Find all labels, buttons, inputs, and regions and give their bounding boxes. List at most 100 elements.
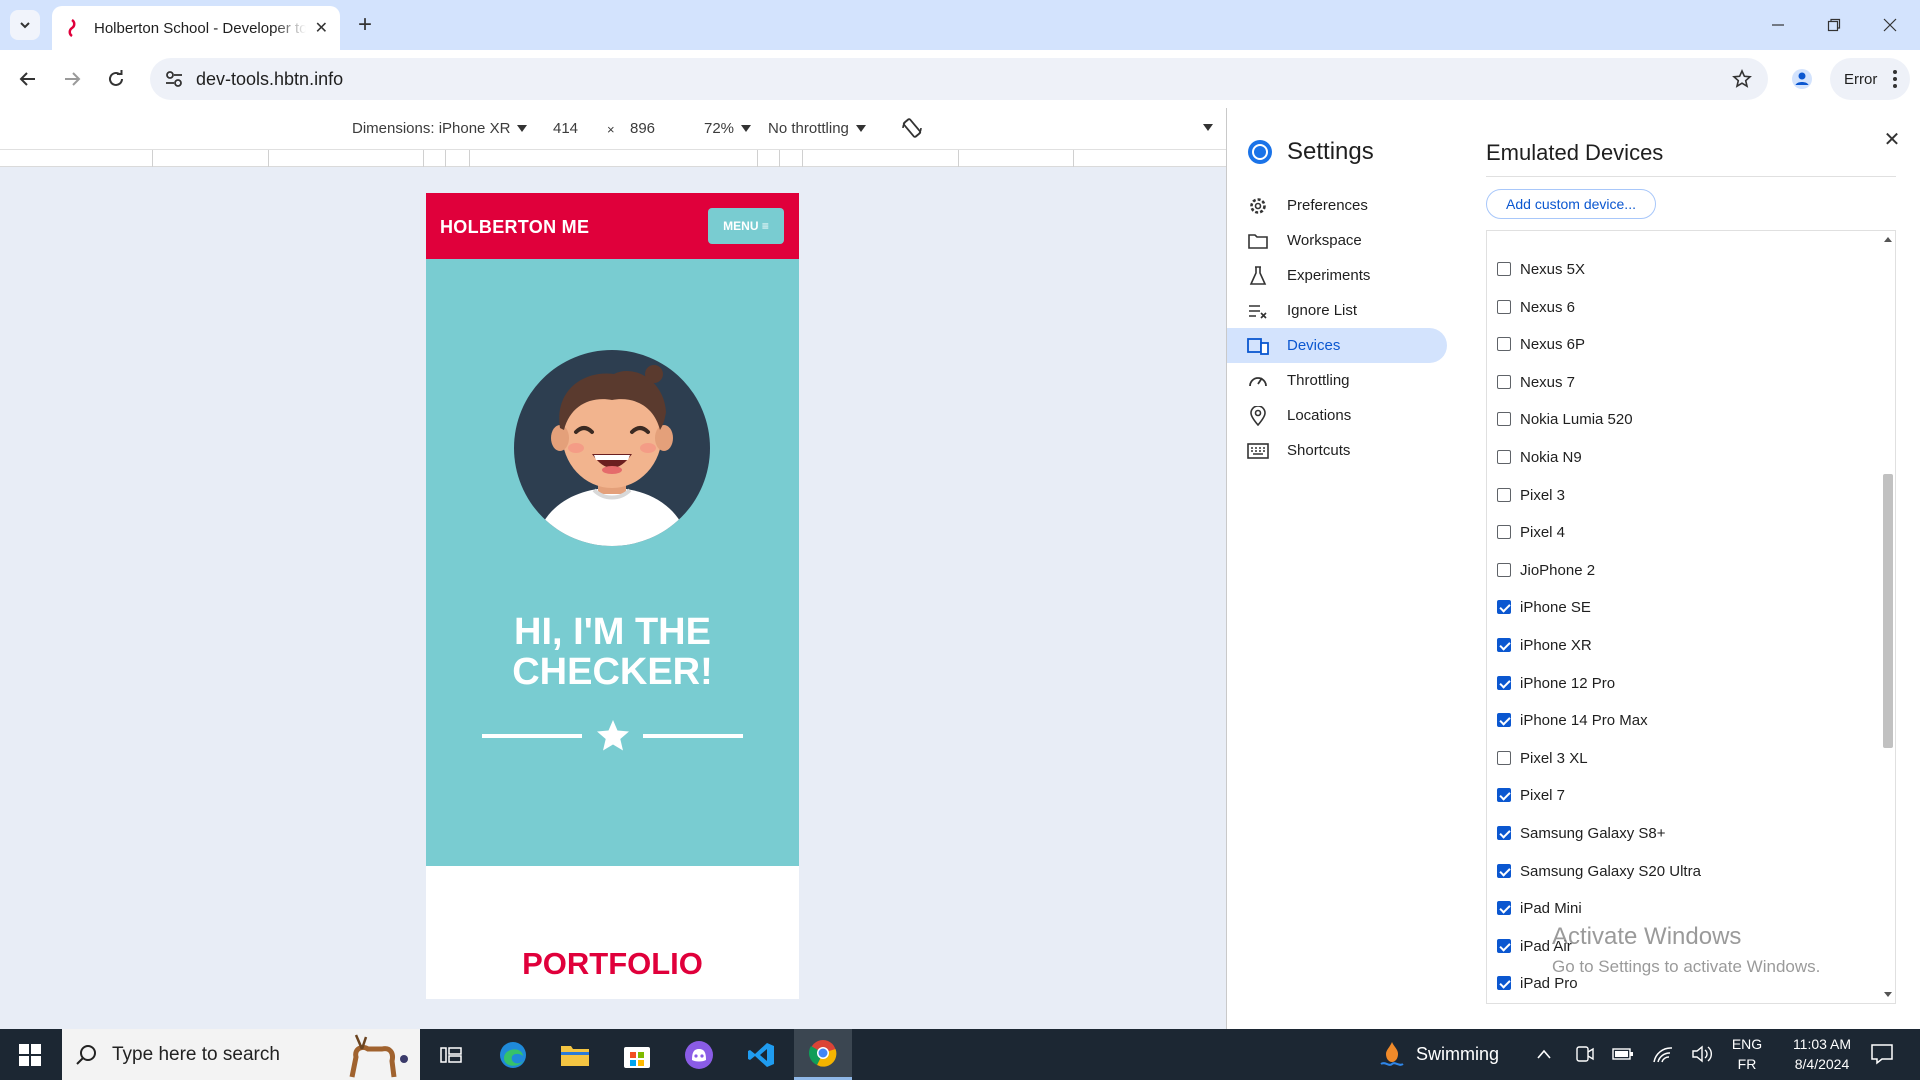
meet-now-icon[interactable] (1576, 1044, 1594, 1064)
device-row[interactable]: Pixel 7 (1497, 785, 1565, 805)
throttling-select[interactable]: No throttling (768, 120, 866, 137)
device-checkbox[interactable] (1497, 412, 1511, 426)
device-checkbox[interactable] (1497, 939, 1511, 953)
taskbar-search-box[interactable]: Type here to search (62, 1029, 420, 1080)
settings-nav-ignore-list[interactable]: Ignore List (1227, 293, 1447, 328)
device-list-scrollbar[interactable] (1881, 231, 1895, 1003)
device-row[interactable]: iPad Mini (1497, 898, 1582, 918)
device-checkbox[interactable] (1497, 901, 1511, 915)
back-button[interactable] (12, 63, 44, 95)
scroll-thumb[interactable] (1883, 474, 1893, 748)
device-toolbar-more-button[interactable] (1196, 124, 1213, 131)
device-checkbox[interactable] (1497, 788, 1511, 802)
minimize-button[interactable] (1758, 10, 1798, 40)
device-list[interactable]: Nexus 5X Nexus 6 Nexus 6P Nexus 7 Nokia Lumi… (1486, 230, 1896, 1004)
site-info-icon[interactable] (164, 69, 184, 89)
settings-nav-preferences[interactable]: Preferences (1227, 188, 1447, 223)
device-checkbox[interactable] (1497, 713, 1511, 727)
settings-nav-throttling[interactable]: Throttling (1227, 363, 1447, 398)
start-button[interactable] (0, 1029, 60, 1080)
clock[interactable]: 11:03 AM 8/4/2024 (1772, 1034, 1872, 1074)
taskbar-task-view[interactable] (422, 1029, 480, 1080)
kebab-menu-icon[interactable] (1892, 69, 1898, 89)
weather-widget[interactable]: Swimming (1380, 1041, 1499, 1067)
reload-button[interactable] (100, 63, 132, 95)
settings-nav-locations[interactable]: Locations (1227, 398, 1447, 433)
battery-icon[interactable] (1612, 1046, 1634, 1062)
device-height-input[interactable]: 896 (630, 120, 655, 137)
device-row[interactable]: Pixel 4 (1497, 522, 1565, 542)
device-checkbox[interactable] (1497, 751, 1511, 765)
taskbar-discord[interactable] (670, 1029, 728, 1080)
device-checkbox[interactable] (1497, 525, 1511, 539)
device-width-input[interactable]: 414 (553, 120, 578, 137)
close-window-button[interactable] (1870, 10, 1910, 40)
taskbar-edge[interactable] (484, 1029, 542, 1080)
device-checkbox[interactable] (1497, 375, 1511, 389)
device-dimensions-select[interactable]: Dimensions: iPhone XR (352, 120, 528, 137)
device-row[interactable]: Pixel 3 (1497, 485, 1565, 505)
device-row[interactable]: Nokia Lumia 520 (1497, 409, 1633, 429)
taskbar-file-explorer[interactable] (546, 1029, 604, 1080)
chevron-up-icon[interactable] (1536, 1048, 1552, 1060)
settings-nav-devices[interactable]: Devices (1227, 328, 1447, 363)
device-checkbox[interactable] (1497, 976, 1511, 990)
scroll-up-arrow-icon[interactable] (1884, 237, 1892, 242)
tab-close-icon[interactable]: ✕ (315, 18, 328, 38)
device-row[interactable]: Nokia N9 (1497, 447, 1582, 467)
device-checkbox[interactable] (1497, 262, 1511, 276)
profile-button[interactable] (1786, 63, 1818, 95)
device-checkbox[interactable] (1497, 563, 1511, 577)
vscode-icon (748, 1042, 774, 1067)
device-row[interactable]: Nexus 6 (1497, 297, 1575, 317)
device-row[interactable]: Samsung Galaxy S20 Ultra (1497, 861, 1701, 881)
device-checkbox[interactable] (1497, 300, 1511, 314)
device-row[interactable]: iPhone 12 Pro (1497, 673, 1615, 693)
site-menu-button[interactable]: MENU ≡ (708, 208, 784, 244)
device-row[interactable]: Nexus 5X (1497, 259, 1585, 279)
media-query-ruler[interactable] (0, 150, 1226, 167)
device-row[interactable]: iPhone 14 Pro Max (1497, 710, 1648, 730)
site-brand[interactable]: HOLBERTON ME (440, 217, 589, 238)
browser-tab[interactable]: Holberton School - Developer tools ✕ (52, 6, 340, 50)
rotate-button[interactable] (900, 116, 924, 140)
device-row[interactable]: Pixel 3 XL (1497, 748, 1588, 768)
input-language-indicator[interactable]: ENG FR (1730, 1034, 1764, 1074)
settings-nav-experiments[interactable]: Experiments (1227, 258, 1447, 293)
device-checkbox[interactable] (1497, 638, 1511, 652)
tab-search-button[interactable] (10, 10, 40, 40)
notifications-icon[interactable] (1870, 1043, 1894, 1065)
taskbar-chrome[interactable] (794, 1029, 852, 1080)
device-checkbox[interactable] (1497, 600, 1511, 614)
add-custom-device-button[interactable]: Add custom device... (1486, 189, 1656, 219)
chevron-down-icon (20, 22, 30, 29)
device-row[interactable]: Nexus 6P (1497, 334, 1585, 354)
forward-button[interactable] (56, 63, 88, 95)
bookmark-star-icon[interactable] (1732, 69, 1752, 89)
device-row[interactable]: iPhone SE (1497, 597, 1591, 617)
wifi-icon[interactable] (1652, 1044, 1674, 1064)
device-row[interactable]: Samsung Galaxy S8+ (1497, 823, 1666, 843)
taskbar-store[interactable] (608, 1029, 666, 1080)
volume-icon[interactable] (1692, 1045, 1714, 1063)
scroll-down-arrow-icon[interactable] (1884, 992, 1892, 997)
taskbar-vscode[interactable] (732, 1029, 790, 1080)
settings-nav-shortcuts[interactable]: Shortcuts (1227, 433, 1447, 468)
device-checkbox[interactable] (1497, 864, 1511, 878)
close-settings-button[interactable]: ✕ (1879, 126, 1905, 152)
settings-nav-workspace[interactable]: Workspace (1227, 223, 1447, 258)
device-row[interactable]: JioPhone 2 (1497, 560, 1595, 580)
zoom-select[interactable]: 72% (704, 120, 752, 137)
url-text[interactable]: dev-tools.hbtn.info (196, 69, 343, 90)
device-row[interactable]: Nexus 7 (1497, 372, 1575, 392)
device-checkbox[interactable] (1497, 488, 1511, 502)
profile-error-button[interactable]: Error (1830, 58, 1910, 100)
device-checkbox[interactable] (1497, 826, 1511, 840)
device-row[interactable]: iPhone XR (1497, 635, 1592, 655)
restore-button[interactable] (1814, 10, 1854, 40)
address-bar[interactable]: dev-tools.hbtn.info (150, 58, 1768, 100)
device-checkbox[interactable] (1497, 676, 1511, 690)
new-tab-button[interactable]: + (350, 10, 380, 40)
device-checkbox[interactable] (1497, 450, 1511, 464)
device-checkbox[interactable] (1497, 337, 1511, 351)
